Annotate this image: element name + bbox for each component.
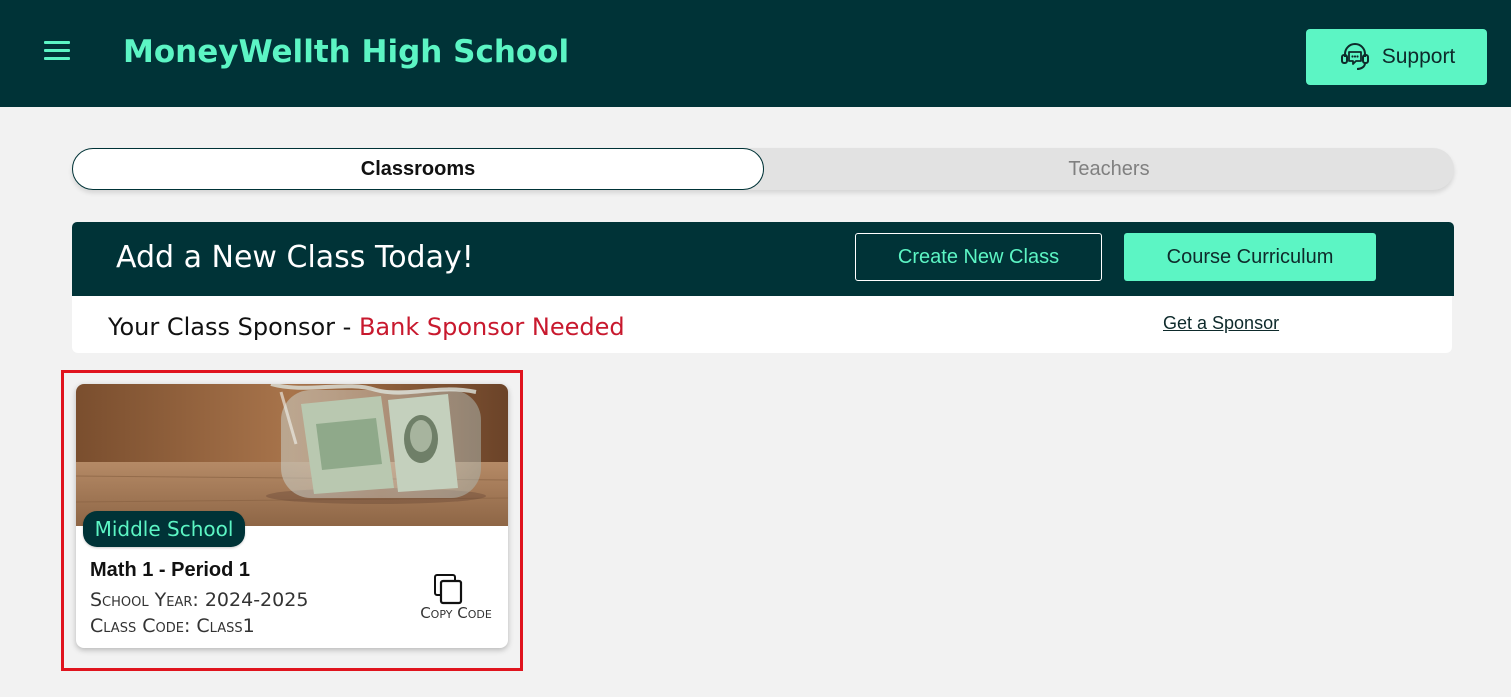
tab-teachers[interactable]: Teachers (764, 148, 1454, 190)
sponsor-row: Your Class Sponsor - Bank Sponsor Needed… (72, 296, 1452, 353)
headset-chat-icon (1340, 43, 1369, 70)
top-bar: MoneyWellth High School Support (0, 0, 1511, 107)
sponsor-text: Your Class Sponsor - Bank Sponsor Needed (108, 313, 625, 341)
new-class-banner: Add a New Class Today! Create New Class … (72, 222, 1454, 296)
class-code: Class Code: Class1 (90, 615, 255, 637)
school-year: School Year: 2024-2025 (90, 589, 309, 611)
money-jar-image (76, 384, 508, 526)
banner-title: Add a New Class Today! (116, 240, 474, 275)
course-curriculum-button[interactable]: Course Curriculum (1124, 233, 1376, 281)
copy-icon (434, 574, 463, 605)
tab-classrooms[interactable]: Classrooms (72, 148, 764, 190)
class-name: Math 1 - Period 1 (90, 559, 251, 581)
sponsor-status: Bank Sponsor Needed (358, 313, 625, 341)
copy-code-button[interactable]: Copy Code (412, 570, 500, 626)
support-label: Support (1381, 45, 1456, 68)
menu-icon[interactable] (44, 41, 70, 61)
level-badge: Middle School (83, 511, 245, 547)
create-new-class-button[interactable]: Create New Class (855, 233, 1102, 281)
support-button[interactable]: Support (1306, 29, 1487, 85)
copy-code-label: Copy Code (420, 604, 492, 622)
sponsor-prefix: Your Class Sponsor - (108, 313, 359, 341)
get-sponsor-link[interactable]: Get a Sponsor (1163, 313, 1279, 334)
view-tabs: Classrooms Teachers (72, 148, 1454, 190)
app-title: MoneyWellth High School (123, 34, 570, 70)
